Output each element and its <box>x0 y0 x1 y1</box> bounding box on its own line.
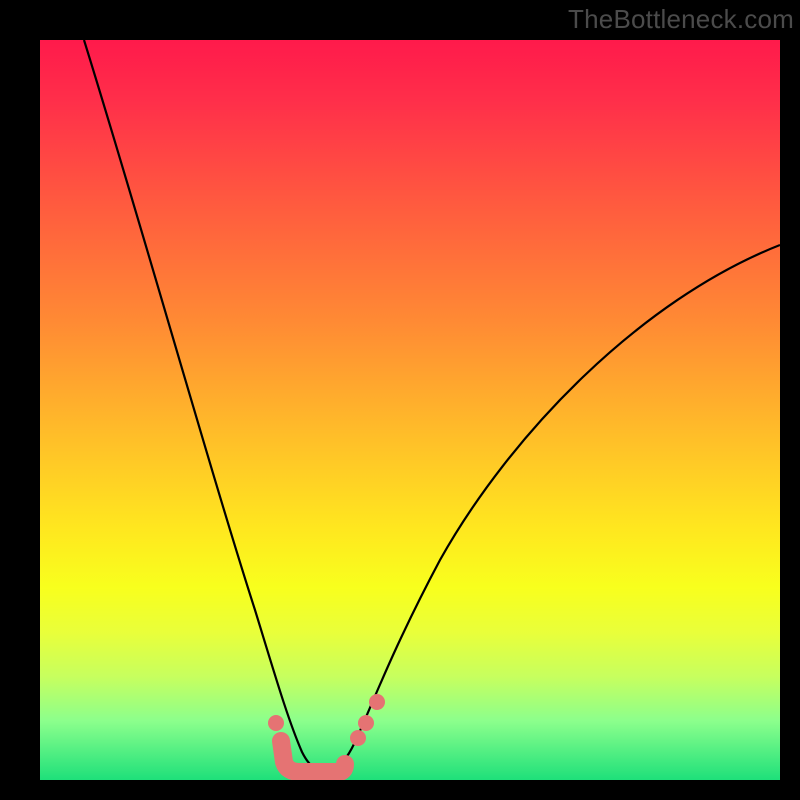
chart-frame: TheBottleneck.com <box>0 0 800 800</box>
marker-l-stroke <box>281 741 345 772</box>
marker-dot <box>268 715 284 731</box>
valley-curve <box>84 40 780 771</box>
marker-dot <box>358 715 374 731</box>
marker-dot <box>350 730 366 746</box>
marker-dot <box>369 694 385 710</box>
attribution-label: TheBottleneck.com <box>568 4 794 35</box>
curve-layer <box>40 40 780 780</box>
plot-area <box>40 40 780 780</box>
